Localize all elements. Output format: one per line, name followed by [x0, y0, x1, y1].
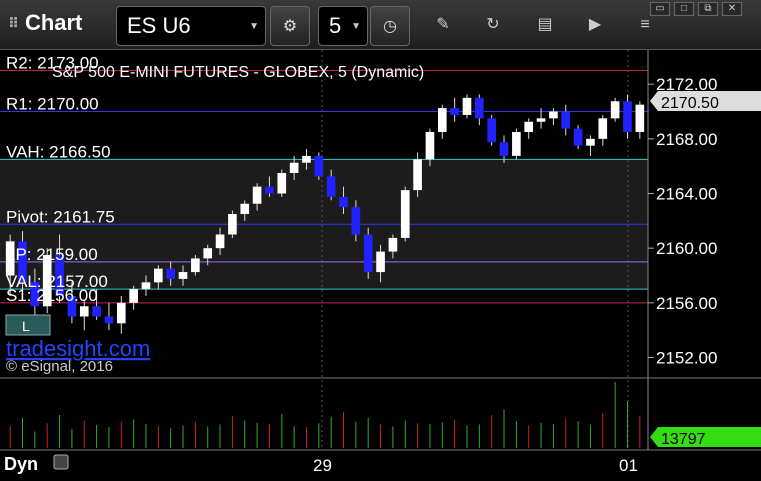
candle-body	[339, 196, 348, 208]
price-tick-label: 2152.00	[656, 349, 717, 368]
pencil-icon[interactable]: ✎	[432, 14, 454, 36]
price-tick-label: 2168.00	[656, 130, 717, 149]
candle-body	[462, 97, 472, 115]
candle-body	[561, 111, 571, 129]
candle-body	[104, 316, 114, 324]
price-chart[interactable]: 2172.00 2168.00 2164.00 2160.00 2156.00 2152.…	[0, 50, 761, 481]
last-price-label: 2170.50	[661, 95, 719, 112]
candle-body	[623, 101, 632, 132]
play-icon[interactable]: ▶	[584, 14, 606, 36]
clock-icon: ◷	[383, 18, 397, 35]
candle-body	[512, 132, 521, 156]
candle-body	[400, 190, 410, 238]
candle-body	[586, 138, 595, 146]
candle-body	[116, 302, 126, 324]
candle-body	[166, 268, 175, 279]
volume-label: 13797	[661, 431, 706, 448]
level-label-r1: R1: 2170.00	[6, 95, 99, 114]
scale-mode-label[interactable]: Dyn	[4, 454, 38, 474]
candle-body	[573, 128, 583, 146]
candle-body	[154, 268, 163, 283]
candle-body	[413, 159, 422, 191]
level-label-pivot: Pivot: 2161.75	[6, 207, 115, 226]
candle-body	[598, 118, 608, 139]
candle-body	[228, 214, 237, 235]
candle-body	[191, 258, 200, 273]
refresh-icon[interactable]: ↻	[482, 14, 504, 36]
quote-icon[interactable]: ▤	[534, 14, 556, 36]
gear-icon: ⚙	[282, 18, 298, 35]
candle-body	[536, 118, 546, 122]
candle-body	[203, 248, 213, 259]
candle-body	[437, 108, 447, 132]
candle-body	[92, 306, 101, 317]
candle-body	[499, 142, 509, 156]
chevron-down-icon[interactable]: ▼	[351, 21, 361, 32]
menu-icon[interactable]: ≡	[634, 14, 656, 36]
copyright-text: © eSignal, 2016	[6, 358, 113, 375]
maximize-button[interactable]: □	[674, 2, 694, 16]
candle-body	[265, 186, 274, 194]
price-tick-label: 2164.00	[656, 185, 717, 204]
restore-button[interactable]: ▭	[650, 2, 670, 16]
candle-body	[635, 104, 645, 132]
price-tick-label: 2160.00	[656, 239, 717, 258]
candle-body	[141, 282, 151, 290]
candle-body	[549, 111, 558, 119]
candle-body	[215, 234, 225, 249]
time-template-button[interactable]: ◷	[370, 6, 410, 46]
candle-body	[277, 173, 287, 194]
level-label-lp: LP: 2159.00	[6, 245, 98, 264]
candle-body	[252, 186, 262, 204]
time-tick-label: 01	[619, 456, 638, 475]
candle-body	[363, 234, 373, 273]
symbol-input[interactable]: ES U6 ▼	[116, 6, 266, 46]
chart-toolbar: ⠿ Chart ES U6 ▼ ⚙ 5 ▼ ◷ ✎ ↻ ▤ ▶ ≡ ▭ □ ⧉ …	[0, 0, 761, 50]
candle-body	[314, 155, 324, 177]
candle-body	[450, 108, 459, 115]
symbol-settings-button[interactable]: ⚙	[270, 6, 310, 46]
level-badge-label: L	[22, 318, 30, 334]
candle-body	[79, 306, 89, 317]
candle-body	[240, 203, 250, 214]
symbol-value: ES U6	[127, 13, 191, 38]
candle-body	[524, 121, 534, 132]
candle-body	[376, 251, 385, 273]
candle-body	[351, 207, 361, 235]
level-label-vah: VAH: 2166.50	[6, 142, 111, 161]
candle-body	[178, 272, 188, 279]
drag-handle-icon[interactable]: ⠿	[8, 15, 19, 32]
candle-body	[610, 101, 620, 119]
chart-title: S&P 500 E-MINI FUTURES - GLOBEX, 5 (Dyna…	[52, 64, 424, 81]
candle-body	[129, 289, 138, 303]
popout-button[interactable]: ⧉	[698, 2, 718, 16]
panel-title: ⠿ Chart	[8, 10, 82, 36]
candle-body	[475, 97, 484, 119]
candle-body	[425, 132, 435, 160]
interval-value: 5	[329, 13, 342, 38]
price-tick-label: 2156.00	[656, 294, 717, 313]
candle-body	[388, 237, 398, 252]
candle-body	[326, 176, 336, 197]
candle-body	[487, 118, 496, 143]
close-button[interactable]: ✕	[722, 2, 742, 16]
candle-body	[289, 162, 299, 173]
candle-body	[302, 155, 311, 163]
interval-input[interactable]: 5 ▼	[318, 6, 368, 46]
chart-canvas[interactable]: 2172.002168.002164.002160.002156.002152.…	[0, 50, 761, 481]
level-label-s1: S1: 2156.00	[6, 286, 98, 305]
panel-title-label: Chart	[24, 10, 83, 35]
time-tick-label: 29	[313, 456, 332, 475]
chevron-down-icon[interactable]: ▼	[249, 21, 259, 32]
lock-icon[interactable]	[53, 454, 69, 470]
